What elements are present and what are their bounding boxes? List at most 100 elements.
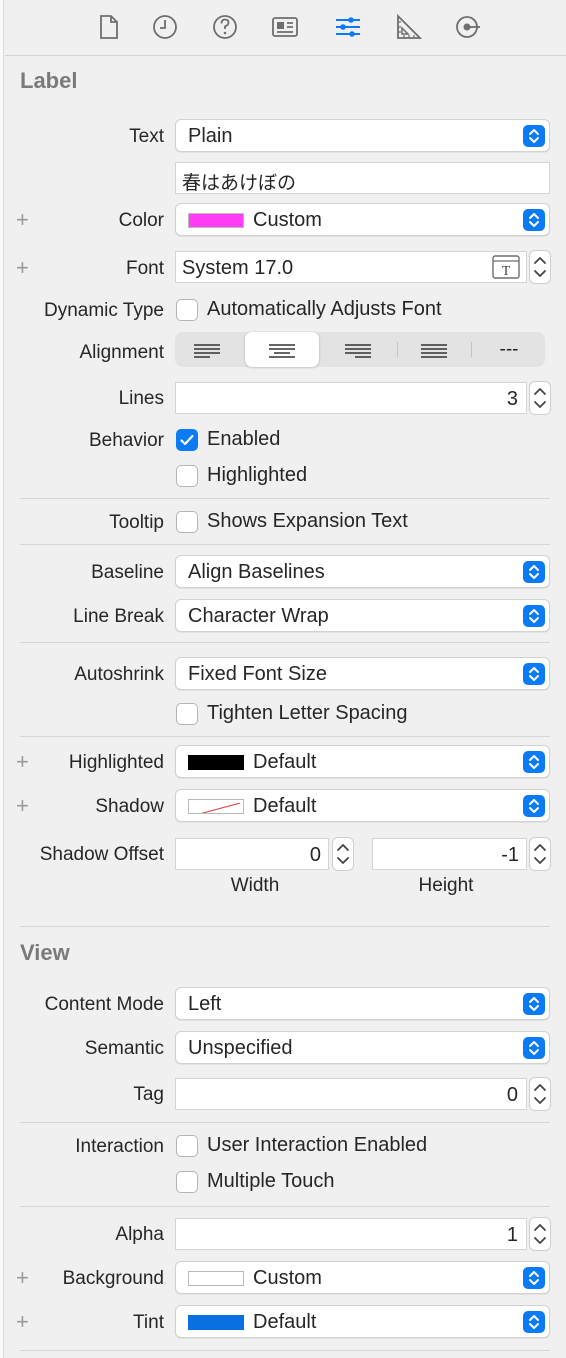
tint-popup[interactable]: Default: [175, 1305, 550, 1338]
baseline-value: Align Baselines: [188, 561, 325, 583]
align-right-segment[interactable]: [323, 332, 395, 367]
semantic-popup[interactable]: Unspecified: [175, 1031, 550, 1064]
highlighted-color-swatch: [188, 755, 244, 770]
adjusts-font-checkbox[interactable]: [176, 299, 198, 321]
tighten-spacing-checkbox[interactable]: [176, 703, 198, 725]
shadow-value: Default: [253, 795, 317, 817]
background-label: Background: [62, 1268, 164, 1289]
content-mode-value: Left: [188, 993, 222, 1015]
alignment-label: Alignment: [79, 342, 165, 363]
align-justified-segment[interactable]: [399, 332, 469, 367]
inspector-toolbar: [5, 0, 566, 56]
add-variation-icon[interactable]: +: [16, 209, 29, 231]
line-break-popup[interactable]: Character Wrap: [175, 599, 550, 632]
shadow-label: Shadow: [95, 796, 164, 817]
align-center-icon: [269, 344, 295, 358]
multiple-touch-checkbox[interactable]: [176, 1171, 198, 1193]
expansion-text-checkbox[interactable]: [176, 511, 198, 533]
user-interaction-label: User Interaction Enabled: [207, 1134, 428, 1156]
shadow-offset-width-field[interactable]: 0: [175, 838, 329, 870]
file-icon[interactable]: [90, 10, 126, 44]
adjusts-font-label: Automatically Adjusts Font: [207, 298, 442, 320]
chevron-updown-icon: [523, 1267, 545, 1289]
tooltip-label: Tooltip: [109, 512, 164, 533]
autoshrink-popup[interactable]: Fixed Font Size: [175, 657, 550, 690]
highlighted-color-value: Default: [253, 751, 317, 773]
shadow-popup[interactable]: Default: [175, 789, 550, 822]
clock-icon[interactable]: [147, 10, 183, 44]
identity-icon[interactable]: [267, 10, 303, 44]
chevron-updown-icon: [523, 1037, 545, 1059]
expansion-text-label: Shows Expansion Text: [207, 510, 408, 532]
chevron-updown-icon: [523, 663, 545, 685]
enabled-label: Enabled: [207, 428, 281, 450]
baseline-popup[interactable]: Align Baselines: [175, 555, 550, 588]
shadow-offset-label: Shadow Offset: [39, 844, 164, 865]
text-type-popup[interactable]: Plain: [175, 119, 550, 152]
divider: [20, 1350, 550, 1351]
tag-value: 0: [506, 1084, 518, 1106]
shadow-height-stepper[interactable]: [529, 837, 551, 871]
background-popup[interactable]: Custom: [175, 1261, 550, 1294]
lines-field[interactable]: 3: [175, 382, 527, 414]
highlighted-checkbox[interactable]: [176, 465, 198, 487]
highlighted-color-popup[interactable]: Default: [175, 745, 550, 778]
alpha-value: 1: [506, 1224, 518, 1246]
shadow-offset-height-value: -1: [501, 844, 519, 866]
height-caption: Height: [418, 875, 474, 896]
highlighted-color-label: Highlighted: [68, 752, 164, 773]
content-mode-popup[interactable]: Left: [175, 987, 550, 1020]
autoshrink-label: Autoshrink: [74, 664, 164, 685]
lines-stepper[interactable]: [529, 381, 551, 415]
chevron-updown-icon: [523, 1311, 545, 1333]
lines-label: Lines: [118, 388, 164, 409]
line-break-value: Character Wrap: [188, 605, 329, 627]
tint-swatch: [188, 1315, 244, 1330]
user-interaction-checkbox[interactable]: [176, 1135, 198, 1157]
color-popup[interactable]: Custom: [175, 203, 550, 236]
tag-field[interactable]: 0: [175, 1078, 527, 1110]
divider: [20, 544, 550, 545]
view-section-title: View: [20, 940, 70, 965]
font-size-stepper[interactable]: [529, 250, 551, 284]
align-left-segment[interactable]: [175, 332, 241, 367]
attributes-icon[interactable]: [330, 10, 366, 44]
text-label: Text: [129, 126, 164, 147]
add-variation-icon[interactable]: +: [16, 751, 29, 773]
text-content-value: 春はあけぼの: [182, 173, 297, 194]
alpha-field[interactable]: 1: [175, 1218, 527, 1250]
add-variation-icon[interactable]: +: [16, 1267, 29, 1289]
add-variation-icon[interactable]: +: [16, 795, 29, 817]
align-natural-segment[interactable]: ---: [473, 332, 545, 367]
divider: [20, 642, 550, 643]
align-justified-icon: [421, 344, 447, 358]
enabled-checkbox[interactable]: [176, 429, 198, 451]
behavior-label: Behavior: [89, 430, 164, 451]
divider: [20, 498, 550, 499]
tighten-spacing-label: Tighten Letter Spacing: [207, 702, 408, 724]
add-variation-icon[interactable]: +: [16, 1311, 29, 1333]
chevron-updown-icon: [523, 751, 545, 773]
label-section-title: Label: [20, 68, 78, 93]
text-content-field[interactable]: 春はあけぼの: [175, 162, 550, 194]
align-center-segment[interactable]: [245, 332, 319, 367]
align-right-icon: [345, 344, 371, 358]
line-break-label: Line Break: [73, 606, 164, 627]
multiple-touch-label: Multiple Touch: [207, 1170, 335, 1192]
alignment-segmented-control[interactable]: ---: [175, 332, 545, 367]
tag-stepper[interactable]: [529, 1077, 551, 1111]
content-mode-label: Content Mode: [44, 994, 164, 1015]
help-icon[interactable]: [207, 10, 243, 44]
chevron-updown-icon: [523, 209, 545, 231]
alpha-stepper[interactable]: [529, 1217, 551, 1251]
font-picker-icon[interactable]: T: [492, 255, 520, 279]
connections-icon[interactable]: [450, 10, 486, 44]
shadow-width-stepper[interactable]: [332, 837, 354, 871]
svg-text:T: T: [502, 264, 511, 279]
ruler-icon[interactable]: [390, 10, 426, 44]
font-field[interactable]: System 17.0 T: [175, 251, 527, 283]
segment-divider: [397, 342, 398, 357]
add-variation-icon[interactable]: +: [16, 257, 29, 279]
highlighted-label: Highlighted: [207, 464, 308, 486]
shadow-offset-height-field[interactable]: -1: [372, 838, 527, 870]
